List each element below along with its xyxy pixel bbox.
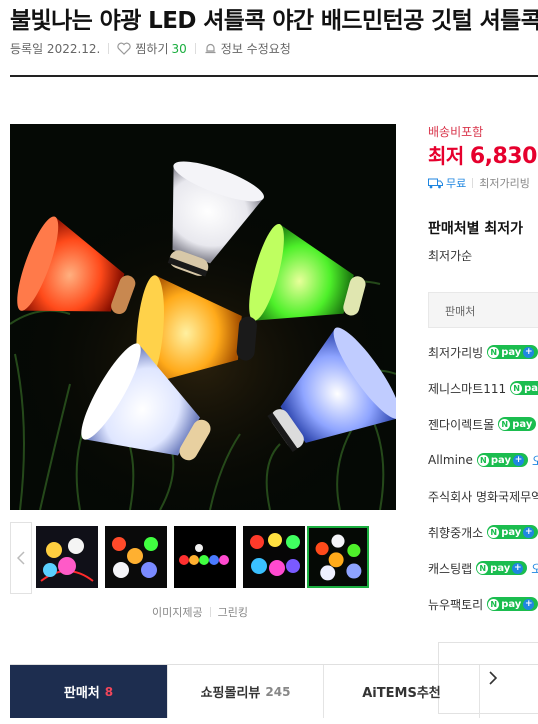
today-delivery-label: 오늘: [531, 561, 538, 576]
plus-icon: +: [513, 454, 525, 466]
report-button[interactable]: 정보 수정요청: [204, 40, 291, 57]
divider: [472, 178, 474, 188]
seller-row[interactable]: 최저가리빙 Npay +: [428, 342, 538, 362]
image-provider-label: 이미지제공: [152, 606, 203, 619]
shipping-row: 무료 최저가리빙: [428, 175, 530, 191]
plus-icon: +: [523, 526, 535, 538]
product-title: 불빛나는 야광 LED 셔틀콕 야간 배드민턴공 깃털 셔틀콕: [10, 8, 538, 34]
thumbnail-strip: [10, 522, 538, 714]
n-logo-icon: N: [488, 526, 500, 538]
main-product-image[interactable]: [10, 124, 396, 510]
registered-date: 등록일 2022.12.: [10, 42, 101, 56]
npay-badge: Npay +: [476, 561, 528, 575]
n-logo-icon: N: [488, 346, 500, 358]
thumbnail-5-selected[interactable]: [307, 526, 369, 588]
seller-row[interactable]: 주식회사 명화국제무역: [428, 486, 538, 506]
image-source-label: 그린킹: [217, 606, 248, 619]
npay-badge: Npay: [498, 417, 537, 431]
npay-badge: Npay +: [476, 453, 529, 467]
detail-tabs: 판매처 8 쇼핑몰리뷰 245 AiTEMS추천: [10, 664, 538, 719]
seller-row[interactable]: 제니스마트111 Npay: [428, 378, 538, 398]
seller-name[interactable]: 캐스팅랩: [428, 560, 472, 577]
truck-icon: [428, 178, 443, 188]
tab-count: 245: [265, 684, 291, 699]
seller-name[interactable]: 취향중개소: [428, 524, 483, 541]
n-logo-icon: N: [488, 598, 500, 610]
tab-sellers[interactable]: 판매처 8: [10, 665, 168, 718]
tab-count: 8: [104, 684, 114, 699]
seller-name[interactable]: Allmine: [428, 453, 473, 467]
divider: [108, 43, 110, 54]
npay-badge: Npay +: [487, 345, 538, 359]
seller-name[interactable]: 젠다이렉트몰: [428, 416, 494, 433]
tab-label: 쇼핑몰리뷰: [200, 686, 261, 701]
npay-badge: Npay: [510, 381, 538, 395]
n-logo-icon: N: [511, 382, 523, 394]
seller-name[interactable]: 최저가리빙: [428, 344, 483, 361]
npay-badge: Npay +: [487, 597, 538, 611]
tab-label: 판매처: [63, 686, 100, 701]
divider: [194, 43, 196, 54]
free-shipping-label: 무료: [446, 177, 467, 190]
lowest-price-label: 최저: [428, 144, 464, 168]
title-divider: [10, 75, 538, 77]
divider: [209, 607, 211, 617]
seller-name[interactable]: 주식회사 명화국제무역: [428, 488, 538, 505]
tab-label: AiTEMS추천: [362, 686, 441, 701]
seller-row[interactable]: 젠다이렉트몰 Npay: [428, 414, 537, 434]
zzim-label: 찜하기: [135, 42, 169, 56]
zzim-button[interactable]: 찜하기 30: [117, 40, 187, 57]
chevron-left-icon: [17, 551, 25, 565]
lowest-price: 최저 6,830: [428, 140, 537, 169]
thumbnail-3[interactable]: [174, 526, 236, 588]
plus-icon: +: [523, 598, 535, 610]
prev-thumbnail-button[interactable]: [10, 522, 32, 594]
thumbnail-2[interactable]: [105, 526, 167, 588]
seller-row[interactable]: 취향중개소 Npay+ 오늘: [428, 522, 538, 542]
bell-icon: [205, 43, 216, 54]
seller-row[interactable]: 캐스팅랩 Npay+ 오늘: [428, 558, 538, 578]
shuttlecock-photo: [10, 124, 396, 510]
plus-icon: +: [523, 346, 535, 358]
lowest-price-value: 6,830: [469, 144, 538, 169]
seller-name[interactable]: 제니스마트111: [428, 380, 506, 397]
product-meta: 등록일 2022.12. 찜하기 30 정보 수정요청: [10, 40, 291, 57]
plus-icon: +: [512, 562, 524, 574]
seller-section-title: 판매처별 최저가: [428, 221, 524, 237]
tab-reviews[interactable]: 쇼핑몰리뷰 245: [168, 665, 324, 718]
heart-icon: [117, 42, 131, 55]
image-credit: 이미지제공 그린킹: [152, 604, 248, 620]
sort-option[interactable]: 최저가순: [428, 247, 472, 264]
today-delivery-label: 오늘: [532, 453, 538, 468]
shipping-included-label: 배송비포함: [428, 125, 484, 139]
n-logo-icon: N: [477, 562, 489, 574]
tab-aitems[interactable]: AiTEMS추천: [324, 665, 480, 718]
report-label: 정보 수정요청: [220, 42, 291, 56]
lowest-price-seller[interactable]: 최저가리빙: [479, 175, 530, 191]
seller-column-header: 판매처: [428, 292, 538, 328]
thumbnail-4[interactable]: [243, 526, 305, 588]
seller-name[interactable]: 뉴우팩토리: [428, 596, 483, 613]
zzim-count: 30: [171, 41, 187, 56]
n-logo-icon: N: [499, 418, 511, 430]
seller-row[interactable]: Allmine Npay+ 오늘: [428, 450, 538, 470]
npay-badge: Npay +: [487, 525, 538, 539]
seller-row[interactable]: 뉴우팩토리 Npay+ 오늘: [428, 594, 538, 614]
thumbnail-1[interactable]: [36, 526, 98, 588]
n-logo-icon: N: [477, 454, 489, 466]
